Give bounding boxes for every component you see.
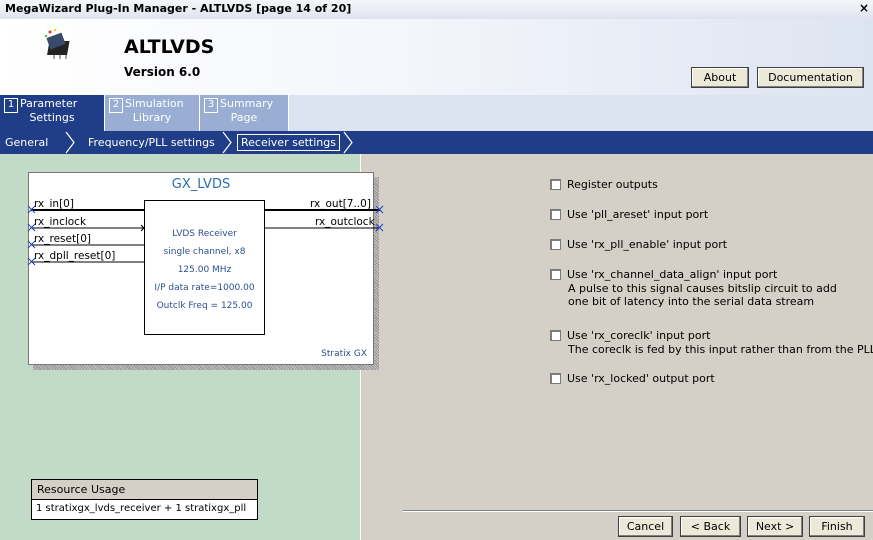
option-label: Use 'rx_coreclk' input port (567, 329, 711, 342)
block-line: 125.00 MHz (177, 265, 232, 275)
checkbox[interactable] (550, 209, 561, 220)
checkbox[interactable] (550, 239, 561, 250)
resource-usage-label: Resource Usage (32, 480, 257, 500)
checkbox[interactable] (550, 373, 561, 384)
block-line: I/P data rate=1000.00 (154, 283, 255, 293)
port-rx-outclock: rx_outclock (315, 216, 375, 228)
finish-button[interactable]: Finish (809, 516, 865, 537)
footer-separator (403, 510, 873, 512)
option-description: A pulse to this signal causes bitslip ci… (568, 282, 837, 295)
resource-usage-box: Resource Usage 1 stratixgx_lvds_receiver… (31, 479, 258, 520)
port-rx-dpll-reset: rx_dpll_reset[0] (34, 250, 116, 262)
option-label: Use 'rx_pll_enable' input port (567, 238, 728, 251)
port-rx-in: rx_in[0] (34, 198, 74, 210)
cancel-button[interactable]: Cancel (618, 516, 673, 537)
option-description: one bit of latency into the serial data … (568, 295, 815, 308)
option-label: Use 'pll_areset' input port (567, 208, 709, 221)
checkbox[interactable] (550, 269, 561, 280)
receiver-block: LVDS Receiver single channel, x8 125.00 … (144, 200, 265, 335)
option-description: The coreclk is fed by this input rather … (568, 343, 873, 356)
port-rx-inclock: rx_inclock (34, 216, 87, 228)
checkbox[interactable] (550, 179, 561, 190)
checkbox[interactable] (550, 330, 561, 341)
resource-usage-value: 1 stratixgx_lvds_receiver + 1 stratixgx_… (36, 503, 247, 514)
option-label: Use 'rx_channel_data_align' input port (567, 268, 778, 281)
back-button[interactable]: < Back (680, 516, 741, 537)
block-line: single channel, x8 (163, 247, 246, 257)
block-line: LVDS Receiver (172, 229, 237, 239)
port-rx-reset: rx_reset[0] (34, 233, 91, 245)
option-label: Register outputs (567, 178, 658, 191)
block-line: Outclk Freq = 125.00 (156, 301, 253, 311)
option-label: Use 'rx_locked' output port (567, 372, 715, 385)
port-rx-out: rx_out[7..0] (310, 198, 371, 210)
next-button[interactable]: Next > (747, 516, 803, 537)
